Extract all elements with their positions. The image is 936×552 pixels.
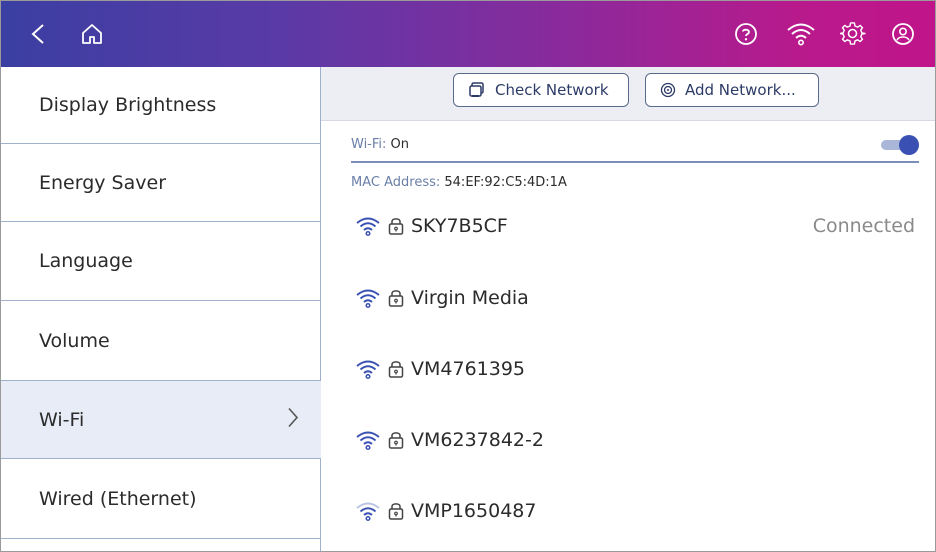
sidebar-item-label: Wi-Fi [39, 408, 85, 431]
lock-icon [388, 290, 404, 307]
mac-address-label: MAC Address: [351, 175, 441, 190]
network-item[interactable]: Virgin Media [355, 282, 915, 314]
network-item[interactable]: VM6237842-2 [355, 424, 915, 456]
network-status: Connected [812, 215, 915, 237]
network-toolbar: Check Network Add Network... [321, 67, 935, 121]
network-name: SKY7B5CF [411, 215, 508, 237]
wifi-signal-strong-icon [356, 289, 380, 309]
mac-address-row: MAC Address: 54:EF:92:C5:4D:1A [351, 175, 567, 190]
wifi-toggle-row: Wi-Fi: On [351, 131, 919, 163]
network-item[interactable]: VM4761395 [355, 353, 915, 385]
wifi-status-label: Wi-Fi: [351, 137, 387, 152]
network-name: VM4761395 [411, 358, 526, 380]
sidebar-item-language[interactable]: Language [1, 222, 321, 301]
settings-sidebar: Display Brightness Energy Saver Language… [1, 67, 321, 551]
app-window: Display Brightness Energy Saver Language… [0, 0, 936, 552]
wifi-status-value: On [390, 137, 410, 152]
check-network-label: Check Network [495, 81, 609, 99]
chevron-right-icon [287, 406, 299, 433]
settings-icon[interactable] [839, 1, 867, 67]
network-item[interactable]: VMP1650487 [355, 495, 915, 527]
wifi-signal-weak-icon [356, 502, 380, 522]
sidebar-item-energy-saver[interactable]: Energy Saver [1, 144, 321, 222]
add-network-icon [660, 82, 676, 98]
sidebar-item-label: Wired (Ethernet) [39, 487, 197, 510]
network-name: VMP1650487 [411, 500, 537, 522]
sidebar-item-label: Display Brightness [39, 94, 217, 116]
wifi-signal-strong-icon [356, 217, 380, 237]
lock-icon [388, 432, 404, 449]
back-arrow-icon[interactable] [25, 1, 51, 67]
lock-icon [388, 218, 404, 235]
wifi-signal-strong-icon [356, 431, 380, 451]
lock-icon [388, 503, 404, 520]
account-icon[interactable] [890, 1, 916, 67]
mac-address-value: 54:EF:92:C5:4D:1A [444, 175, 567, 190]
sidebar-item-label: Language [39, 250, 133, 272]
network-name: Virgin Media [411, 287, 529, 309]
home-icon[interactable] [77, 1, 107, 67]
wifi-toggle[interactable] [879, 135, 919, 155]
help-icon[interactable] [732, 1, 760, 67]
sidebar-item-label: Energy Saver [39, 171, 167, 194]
top-bar [1, 1, 935, 67]
check-network-button[interactable]: Check Network [453, 73, 629, 107]
network-item[interactable]: SKY7B5CF Connected [355, 210, 915, 242]
add-network-button[interactable]: Add Network... [645, 73, 819, 107]
add-network-label: Add Network... [685, 81, 796, 99]
sidebar-item-wifi[interactable]: Wi-Fi [1, 381, 321, 459]
wifi-settings-pane: Check Network Add Network... Wi-Fi: On M… [321, 67, 935, 551]
sidebar-item-wired-ethernet[interactable]: Wired (Ethernet) [1, 459, 321, 539]
network-name: VM6237842-2 [411, 429, 544, 451]
wifi-icon[interactable] [785, 1, 817, 67]
network-check-icon [469, 82, 484, 97]
sidebar-item-label: Volume [39, 329, 110, 352]
lock-icon [388, 361, 404, 378]
wifi-signal-strong-icon [356, 360, 380, 380]
sidebar-item-display-brightness[interactable]: Display Brightness [1, 67, 321, 144]
sidebar-item-volume[interactable]: Volume [1, 301, 321, 381]
